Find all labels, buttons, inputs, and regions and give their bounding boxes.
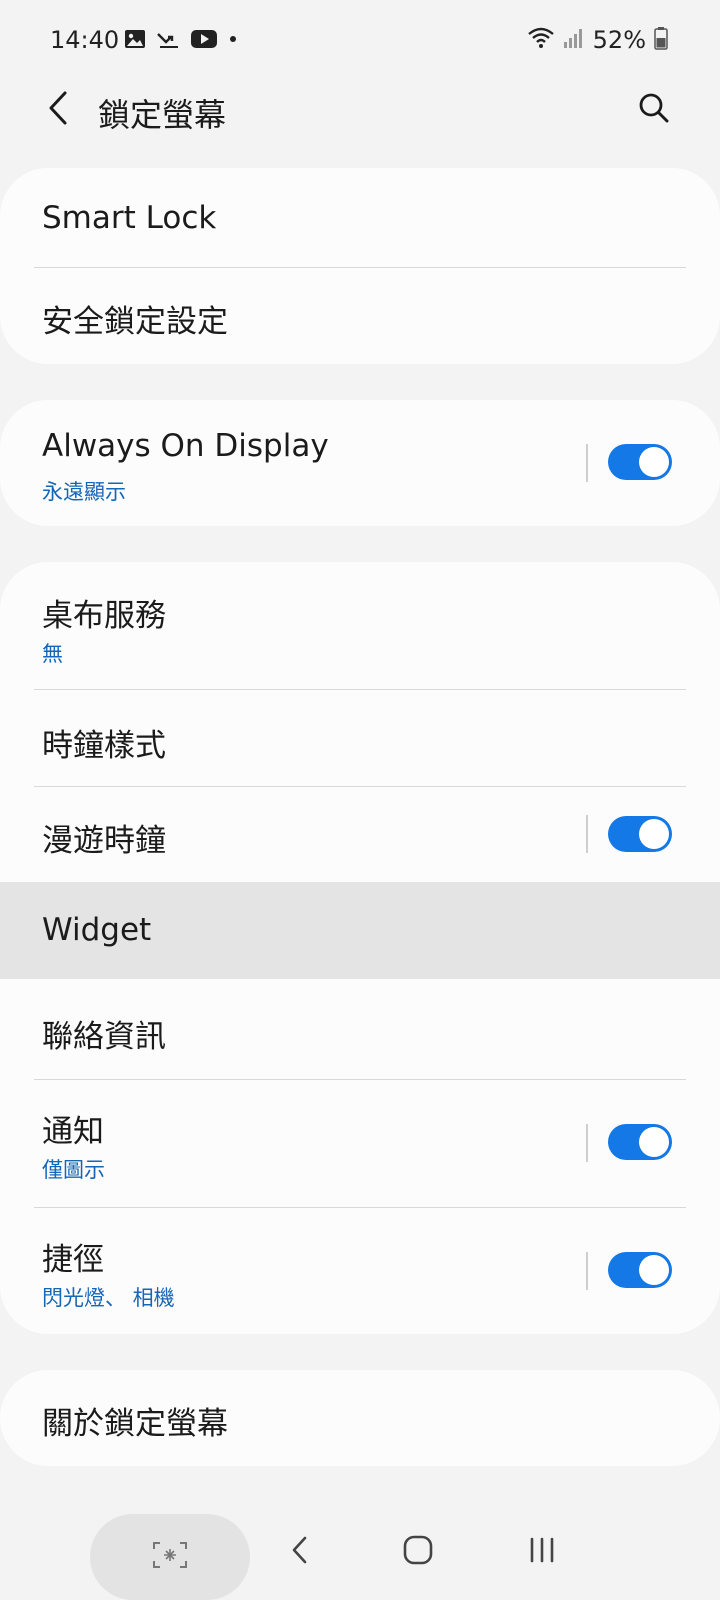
clock-style-item[interactable]: 時鐘樣式	[0, 690, 720, 787]
battery-percent: 52%	[592, 26, 646, 54]
contact-info-item[interactable]: 聯絡資訊	[0, 979, 720, 1080]
toggle-knob	[639, 447, 669, 477]
status-time: 14:40	[50, 26, 120, 54]
youtube-icon	[190, 29, 218, 53]
nav-back-button[interactable]	[278, 1530, 322, 1574]
nav-home-button[interactable]	[396, 1530, 440, 1574]
wifi-icon	[527, 26, 555, 54]
roaming-clock-label: 漫遊時鐘	[42, 823, 166, 859]
toggle-separator	[586, 815, 588, 853]
wallpaper-services-label: 桌布服務	[42, 598, 166, 634]
aod-subtitle: 永遠顯示	[42, 480, 126, 504]
aod-toggle[interactable]	[608, 444, 672, 480]
nav-recents-button[interactable]	[520, 1530, 564, 1574]
chevron-left-icon	[291, 1536, 309, 1568]
toggle-separator	[586, 1252, 588, 1290]
capture-icon	[152, 1541, 188, 1573]
about-lock-screen-label: 關於鎖定螢幕	[42, 1406, 228, 1442]
notifications-toggle[interactable]	[608, 1124, 672, 1160]
about-lock-screen-item[interactable]: 關於鎖定螢幕	[0, 1370, 720, 1466]
secure-lock-settings-label: 安全鎖定設定	[42, 304, 228, 340]
missed-call-icon	[156, 29, 180, 53]
smart-lock-label: Smart Lock	[42, 200, 217, 236]
toggle-separator	[586, 444, 588, 482]
notification-icons	[124, 29, 238, 53]
chevron-left-icon	[47, 91, 69, 129]
app-header: 鎖定螢幕	[0, 80, 720, 160]
battery-icon	[654, 26, 668, 54]
lockscreen-options-card: 桌布服務 無 時鐘樣式 漫遊時鐘 Widget 聯絡資訊 通知 僅圖示 捷徑 閃…	[0, 562, 720, 1334]
home-icon	[403, 1535, 433, 1569]
aod-label: Always On Display	[42, 428, 329, 464]
search-button[interactable]	[632, 88, 676, 132]
back-button[interactable]	[36, 88, 80, 132]
widget-label: Widget	[42, 912, 152, 948]
page-title: 鎖定螢幕	[98, 96, 227, 134]
security-card: Smart Lock 安全鎖定設定	[0, 168, 720, 364]
smart-lock-item[interactable]: Smart Lock	[0, 168, 720, 268]
notifications-subtitle: 僅圖示	[42, 1158, 105, 1182]
widget-item[interactable]: Widget	[0, 882, 720, 979]
wallpaper-services-item[interactable]: 桌布服務 無	[0, 562, 720, 690]
shortcuts-item[interactable]: 捷徑 閃光燈、 相機	[0, 1208, 720, 1334]
about-card: 關於鎖定螢幕	[0, 1370, 720, 1466]
image-icon	[124, 29, 146, 53]
roaming-clock-item[interactable]: 漫遊時鐘	[0, 787, 720, 882]
signal-icon	[563, 26, 585, 54]
recents-icon	[528, 1536, 556, 1568]
screenshot-capture-button[interactable]	[90, 1514, 250, 1600]
secure-lock-settings-item[interactable]: 安全鎖定設定	[0, 268, 720, 364]
notifications-label: 通知	[42, 1114, 104, 1150]
wallpaper-services-subtitle: 無	[42, 642, 63, 666]
contact-info-label: 聯絡資訊	[42, 1019, 166, 1055]
notifications-item[interactable]: 通知 僅圖示	[0, 1080, 720, 1208]
dot-icon	[228, 29, 238, 53]
system-icons: 52%	[527, 26, 668, 54]
toggle-knob	[639, 1127, 669, 1157]
aod-item[interactable]: Always On Display 永遠顯示	[0, 400, 720, 526]
roaming-clock-toggle[interactable]	[608, 816, 672, 852]
navigation-bar	[0, 1500, 720, 1600]
clock-style-label: 時鐘樣式	[42, 728, 166, 764]
status-bar: 14:40 52%	[0, 0, 720, 80]
search-icon	[638, 92, 670, 128]
toggle-knob	[639, 819, 669, 849]
shortcuts-label: 捷徑	[42, 1242, 104, 1278]
toggle-knob	[639, 1255, 669, 1285]
shortcuts-toggle[interactable]	[608, 1252, 672, 1288]
aod-card: Always On Display 永遠顯示	[0, 400, 720, 526]
toggle-separator	[586, 1124, 588, 1162]
shortcuts-subtitle: 閃光燈、 相機	[42, 1286, 175, 1310]
